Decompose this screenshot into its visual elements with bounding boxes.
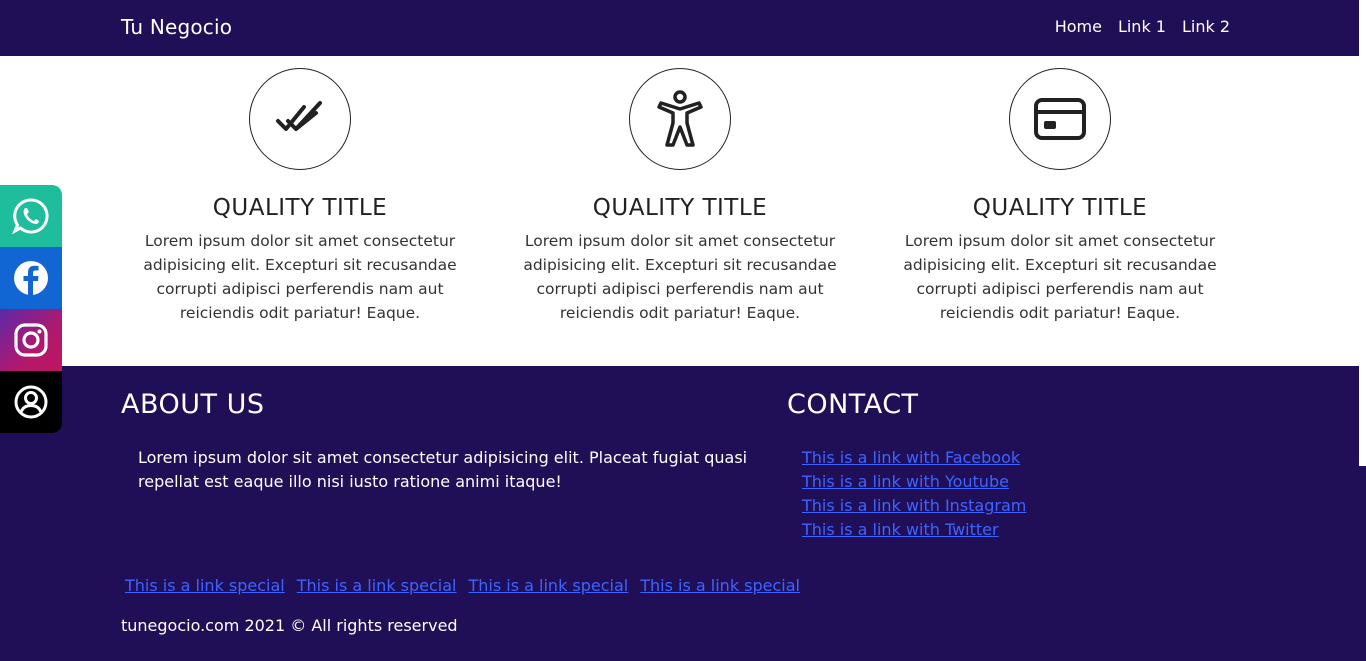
navbar: Tu Negocio Home Link 1 Link 2 <box>0 0 1359 56</box>
user-button[interactable] <box>0 371 62 433</box>
footer-edge <box>1359 466 1366 661</box>
quality-title: QUALITY TITLE <box>972 195 1148 221</box>
special-link[interactable]: This is a link special <box>125 574 285 598</box>
special-links: This is a link special This is a link sp… <box>125 574 800 598</box>
quality-text: Lorem ipsum dolor sit amet consectetur a… <box>143 232 457 322</box>
facebook-icon <box>14 261 48 295</box>
contact-link-instagram[interactable]: This is a link with Instagram <box>802 494 1026 518</box>
about-text: Lorem ipsum dolor sit amet consectetur a… <box>138 448 748 491</box>
user-icon <box>14 385 48 419</box>
quality-text: Lorem ipsum dolor sit amet consectetur a… <box>523 232 837 322</box>
double-check-icon <box>276 101 322 131</box>
contact-link-twitter[interactable]: This is a link with Twitter <box>802 518 1026 542</box>
about-title: ABOUT US <box>121 389 265 420</box>
quality-card: QUALITY TITLE Lorem ipsum dolor sit amet… <box>510 68 850 325</box>
quality-icon-circle <box>629 68 731 170</box>
contact-link-youtube[interactable]: This is a link with Youtube <box>802 470 1026 494</box>
qualities-section: QUALITY TITLE Lorem ipsum dolor sit amet… <box>0 56 1359 366</box>
nav-link-home[interactable]: Home <box>1055 17 1102 36</box>
contact-link-facebook[interactable]: This is a link with Facebook <box>802 446 1026 470</box>
quality-card: QUALITY TITLE Lorem ipsum dolor sit amet… <box>890 68 1230 325</box>
contact-title: CONTACT <box>787 389 919 420</box>
quality-icon-circle <box>249 68 351 170</box>
contact-links: This is a link with Facebook This is a l… <box>802 446 1026 542</box>
accessibility-icon <box>657 90 703 147</box>
whatsapp-button[interactable] <box>0 185 62 247</box>
quality-title: QUALITY TITLE <box>212 195 388 221</box>
quality-text: Lorem ipsum dolor sit amet consectetur a… <box>903 232 1217 322</box>
whatsapp-icon <box>12 198 49 235</box>
nav-links: Home Link 1 Link 2 <box>1055 17 1230 36</box>
brand-logo[interactable]: Tu Negocio <box>121 15 232 39</box>
credit-card-icon <box>1034 98 1086 140</box>
nav-link-1[interactable]: Link 1 <box>1118 17 1166 36</box>
nav-link-2[interactable]: Link 2 <box>1182 17 1230 36</box>
social-sidebar <box>0 185 62 433</box>
instagram-button[interactable] <box>0 309 62 371</box>
facebook-button[interactable] <box>0 247 62 309</box>
footer: ABOUT US Lorem ipsum dolor sit amet cons… <box>0 366 1359 661</box>
quality-icon-circle <box>1009 68 1111 170</box>
copyright-text: tunegocio.com 2021 © All rights reserved <box>121 616 458 635</box>
special-link[interactable]: This is a link special <box>297 574 457 598</box>
quality-title: QUALITY TITLE <box>592 195 768 221</box>
quality-card: QUALITY TITLE Lorem ipsum dolor sit amet… <box>130 68 470 325</box>
special-link[interactable]: This is a link special <box>469 574 629 598</box>
special-link[interactable]: This is a link special <box>640 574 800 598</box>
instagram-icon <box>14 323 48 357</box>
